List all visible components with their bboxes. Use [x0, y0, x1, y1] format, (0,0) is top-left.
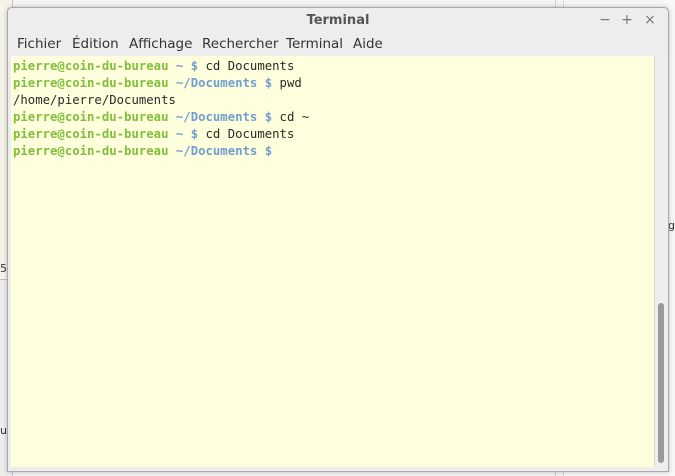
- command-text: cd Documents: [198, 127, 295, 141]
- terminal-line: pierre@coin-du-bureau ~/Documents $ pwd: [13, 75, 309, 92]
- close-icon[interactable]: ×: [641, 11, 659, 29]
- prompt-symbol: $: [190, 127, 199, 141]
- terminal-lines: pierre@coin-du-bureau ~ $ cd Documents pi…: [13, 58, 309, 160]
- scrollbar[interactable]: [654, 56, 667, 467]
- terminal-output[interactable]: pierre@coin-du-bureau ~ $ cd Documents pi…: [11, 56, 654, 467]
- prompt-path: ~/Documents: [168, 110, 265, 124]
- minimize-icon[interactable]: −: [596, 11, 614, 29]
- prompt-user: pierre@coin-du-bureau: [13, 76, 169, 90]
- command-output: /home/pierre/Documents: [13, 93, 176, 107]
- menu-fichier[interactable]: Fichier: [17, 36, 61, 52]
- terminal-line: pierre@coin-du-bureau ~/Documents $ cd ~: [13, 109, 309, 126]
- prompt-user: pierre@coin-du-bureau: [13, 127, 169, 141]
- menu-edition[interactable]: Édition: [72, 36, 119, 52]
- prompt-path: ~/Documents: [168, 76, 265, 90]
- prompt-user: pierre@coin-du-bureau: [13, 110, 169, 124]
- command-text: cd ~: [272, 110, 310, 124]
- terminal-line: pierre@coin-du-bureau ~/Documents $: [13, 143, 309, 160]
- command-text: cd Documents: [198, 59, 295, 73]
- window-title: Terminal: [306, 13, 370, 28]
- prompt-symbol: $: [190, 59, 199, 73]
- terminal-line: /home/pierre/Documents: [13, 92, 309, 109]
- menu-bar: Fichier Édition Affichage Rechercher Ter…: [8, 34, 668, 56]
- terminal-window: Terminal − + × Fichier Édition Affichage…: [7, 7, 669, 472]
- command-text: pwd: [272, 76, 302, 90]
- terminal-line: pierre@coin-du-bureau ~ $ cd Documents: [13, 58, 309, 75]
- title-bar[interactable]: Terminal − + ×: [8, 8, 668, 34]
- background-text-fragment: g: [668, 219, 675, 232]
- prompt-symbol: $: [264, 144, 273, 158]
- menu-affichage[interactable]: Affichage: [129, 36, 192, 52]
- prompt-path: ~: [168, 59, 191, 73]
- prompt-user: pierre@coin-du-bureau: [13, 144, 169, 158]
- terminal-line: pierre@coin-du-bureau ~ $ cd Documents: [13, 126, 309, 143]
- prompt-path: ~: [168, 127, 191, 141]
- prompt-user: pierre@coin-du-bureau: [13, 59, 169, 73]
- menu-aide[interactable]: Aide: [353, 36, 383, 52]
- menu-rechercher[interactable]: Rechercher: [202, 36, 278, 52]
- prompt-path: ~/Documents: [168, 144, 265, 158]
- background-text-fragment: 5: [0, 262, 7, 275]
- scrollbar-thumb[interactable]: [658, 303, 664, 463]
- maximize-icon[interactable]: +: [618, 11, 636, 29]
- menu-terminal[interactable]: Terminal: [286, 36, 343, 52]
